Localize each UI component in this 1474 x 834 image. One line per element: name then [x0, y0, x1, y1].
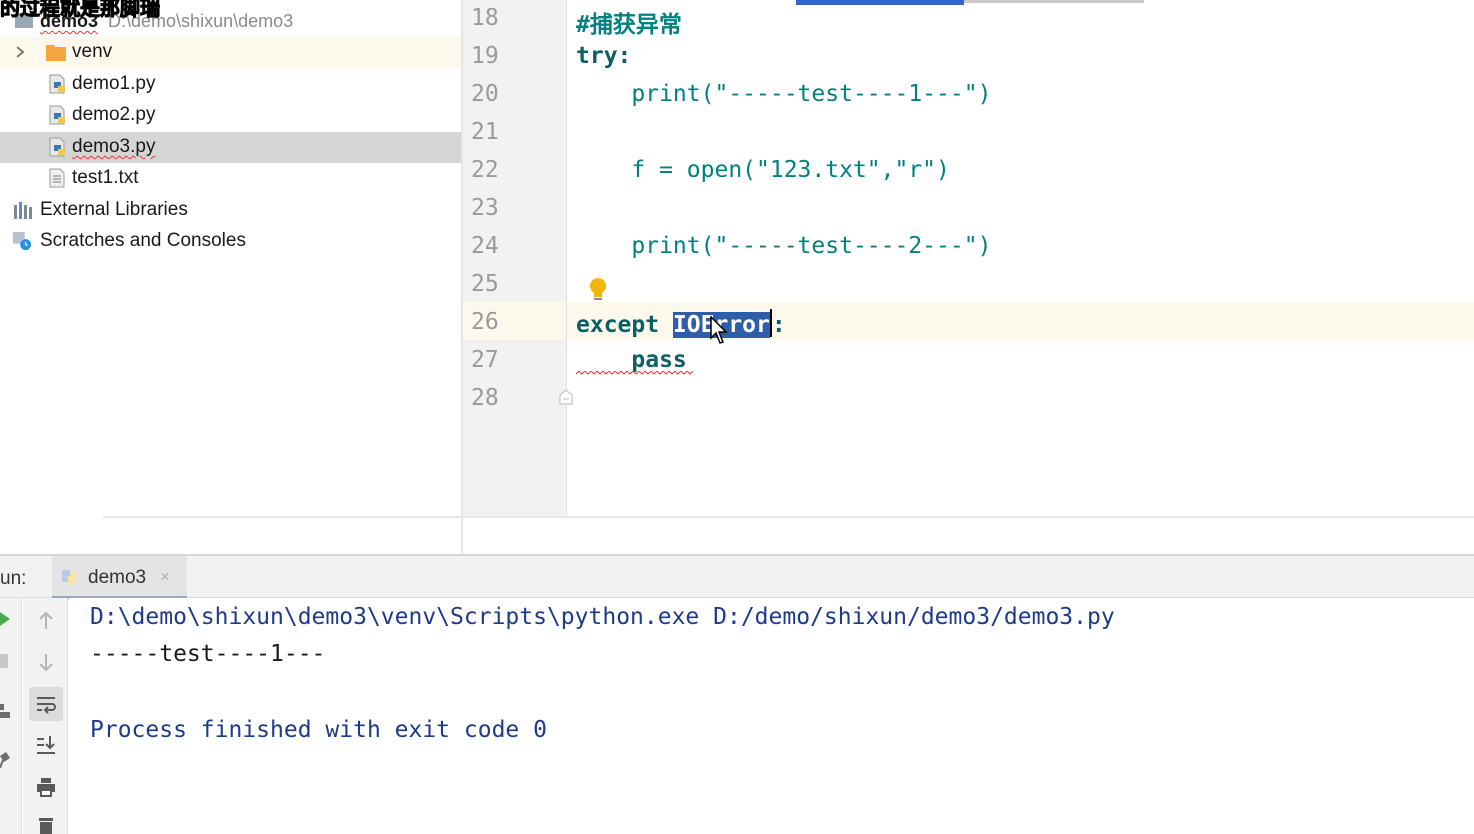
- line-number: 19: [471, 43, 499, 69]
- video-caption-overlay: 的过程就是那脚瑞: [0, 0, 161, 21]
- tree-item-venv[interactable]: venv: [0, 37, 461, 68]
- console-output-line: -----test----1---: [90, 641, 326, 667]
- python-file-icon: [49, 74, 65, 94]
- run-panel-label: un:: [0, 568, 27, 589]
- code-line-pass: pass: [576, 347, 687, 373]
- tree-item-label: venv: [72, 41, 113, 62]
- python-file-icon: [49, 105, 65, 125]
- code-line-print-1: print("-----test----1---"): [576, 81, 992, 107]
- run-toolbar: [23, 598, 68, 834]
- tree-item-label: demo2.py: [72, 104, 156, 125]
- run-panel-header: un: demo3 ×: [0, 554, 1474, 599]
- scratches-icon: [12, 231, 32, 251]
- line-number: 23: [471, 195, 499, 221]
- line-number: 28: [471, 385, 499, 411]
- tree-item-demo2-py[interactable]: demo2.py: [0, 100, 461, 131]
- console-command-line: D:\demo\shixun\demo3\venv\Scripts\python…: [90, 604, 1115, 630]
- tree-item-label: Scratches and Consoles: [40, 230, 246, 251]
- editor-bottom-border: [103, 516, 1474, 518]
- code-line-try: try:: [576, 43, 632, 69]
- tree-item-label: demo1.py: [72, 73, 156, 94]
- tree-item-label: External Libraries: [40, 199, 188, 220]
- python-icon: [62, 570, 76, 584]
- text-file-icon: [49, 168, 65, 188]
- code-comment: #捕获异常: [576, 12, 682, 38]
- scroll-up-button[interactable]: [29, 604, 63, 638]
- print-button[interactable]: [29, 770, 63, 804]
- tree-item-demo1-py[interactable]: demo1.py: [0, 69, 461, 100]
- arrow-up-icon: [39, 611, 53, 629]
- code-fold-icon[interactable]: [559, 389, 573, 405]
- tree-item-label: test1.txt: [72, 167, 139, 188]
- code-line-open: f = open("123.txt","r"): [576, 157, 950, 183]
- soft-wrap-icon: [37, 697, 56, 714]
- pin-icon[interactable]: [0, 752, 10, 768]
- line-number: 20: [471, 81, 499, 107]
- tree-item-label: demo3.py: [72, 136, 156, 157]
- printer-icon: [37, 778, 55, 797]
- arrow-down-icon: [39, 654, 53, 672]
- line-number: 24: [471, 233, 499, 259]
- line-number: 18: [471, 5, 499, 31]
- line-number: 25: [471, 271, 499, 297]
- tree-item-scratches-and-consoles[interactable]: Scratches and Consoles: [0, 226, 461, 257]
- run-tab-label: demo3: [88, 567, 147, 588]
- run-side-strip: [0, 598, 22, 834]
- run-tab-demo3[interactable]: demo3 ×: [52, 556, 187, 599]
- except-colon: :: [771, 312, 786, 338]
- lightbulb-icon[interactable]: [587, 276, 609, 302]
- clear-all-button[interactable]: [29, 808, 63, 834]
- library-icon: [14, 202, 32, 219]
- tree-item-demo3-py[interactable]: demo3.py: [0, 132, 461, 163]
- chevron-right-icon[interactable]: [12, 44, 28, 60]
- project-tree-panel: demo3 D:\demo\shixun\demo3 的过程就是那脚瑞 venv …: [0, 0, 461, 554]
- line-number: 22: [471, 157, 499, 183]
- active-editor-tab-indicator[interactable]: [796, 0, 964, 5]
- code-editor[interactable]: 18 19 20 21 22 23 24 25 26 27 28 #捕获异常 t…: [463, 0, 1474, 516]
- python-file-icon: [49, 137, 65, 157]
- stop-icon[interactable]: [0, 654, 8, 668]
- line-number: 21: [471, 119, 499, 145]
- code-line-print-2: print("-----test----2---"): [576, 233, 992, 259]
- console-exit-message: Process finished with exit code 0: [90, 717, 547, 743]
- editor-tab-edge: [964, 0, 1144, 3]
- scroll-to-end-icon: [37, 736, 55, 754]
- soft-wrap-button[interactable]: [29, 687, 63, 721]
- console-output[interactable]: D:\demo\shixun\demo3\venv\Scripts\python…: [69, 598, 1474, 834]
- rerun-icon[interactable]: [0, 612, 10, 626]
- trash-icon: [39, 818, 53, 834]
- restore-layout-icon[interactable]: [0, 704, 10, 718]
- close-icon[interactable]: ×: [160, 567, 170, 587]
- scroll-down-button[interactable]: [29, 645, 63, 679]
- code-line-except: except IOError:: [576, 309, 786, 338]
- scroll-to-end-button[interactable]: [29, 728, 63, 762]
- tree-item-external-libraries[interactable]: External Libraries: [0, 195, 461, 226]
- mouse-cursor-icon: [710, 316, 728, 344]
- error-squiggle: [576, 371, 693, 375]
- tree-item-test1-txt[interactable]: test1.txt: [0, 163, 461, 194]
- except-keyword: except: [576, 312, 673, 338]
- line-number: 27: [471, 347, 499, 373]
- line-number: 26: [471, 309, 499, 335]
- folder-icon: [46, 45, 66, 61]
